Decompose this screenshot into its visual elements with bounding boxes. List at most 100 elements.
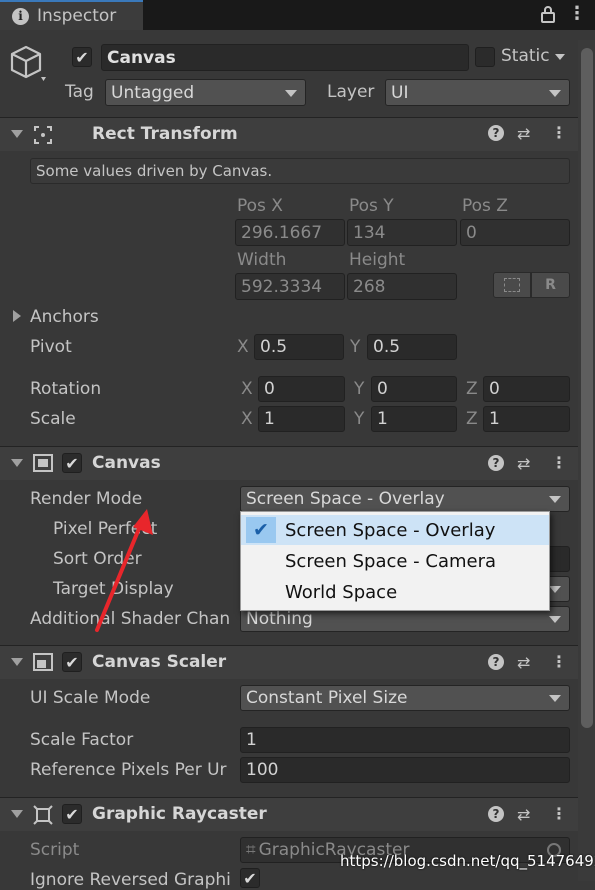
- scale-x-field[interactable]: 1: [258, 406, 345, 432]
- more-options-icon[interactable]: ⋮: [568, 5, 586, 23]
- watermark: https://blog.csdn.net/qq_51476492: [340, 852, 595, 870]
- annotation-arrow-icon: [95, 509, 153, 632]
- pos-z-label: Pos Z: [462, 196, 508, 216]
- ignore-reversed-checkbox[interactable]: ✔: [240, 868, 260, 888]
- ui-scale-mode-dropdown[interactable]: Constant Pixel Size: [240, 685, 570, 711]
- menu-item-world-space[interactable]: World Space: [241, 577, 549, 607]
- ignore-reversed-label: Ignore Reversed Graphi: [30, 870, 231, 890]
- info-icon: i: [12, 7, 29, 25]
- pos-y-label: Pos Y: [349, 196, 394, 216]
- ref-ppu-field[interactable]: 100: [240, 757, 570, 783]
- help-icon[interactable]: ?: [488, 806, 504, 822]
- render-mode-menu: ✔ Screen Space - Overlay Screen Space - …: [240, 511, 550, 611]
- layer-dropdown[interactable]: UI: [385, 79, 570, 106]
- anchors-foldout-icon[interactable]: [13, 310, 21, 322]
- layer-label: Layer: [327, 82, 375, 102]
- rotation-label: Rotation: [30, 379, 102, 399]
- pos-y-field[interactable]: 134: [347, 219, 457, 246]
- rot-x-field[interactable]: 0: [258, 376, 345, 402]
- foldout-arrow-icon[interactable]: [11, 130, 23, 138]
- width-field[interactable]: 592.3334: [235, 273, 345, 300]
- rot-y-field[interactable]: 0: [371, 376, 457, 402]
- width-label: Width: [237, 250, 287, 270]
- foldout-arrow-icon[interactable]: [11, 810, 23, 818]
- scale-z-label: Z: [466, 409, 478, 429]
- canvas-component-header[interactable]: [0, 446, 595, 480]
- canvas-title: Canvas: [92, 453, 161, 473]
- blueprint-mode-button[interactable]: [493, 272, 531, 298]
- pivot-x-field[interactable]: 0.5: [254, 334, 344, 360]
- menu-item-label: World Space: [285, 581, 398, 603]
- canvas-icon: [33, 454, 53, 477]
- canvas-scaler-header[interactable]: [0, 645, 595, 679]
- gameobject-cube-icon[interactable]: [10, 44, 46, 89]
- rot-z-field[interactable]: 0: [483, 376, 570, 402]
- active-checkbox[interactable]: ✔: [72, 47, 92, 67]
- presets-icon[interactable]: ⇄: [517, 653, 530, 672]
- help-icon[interactable]: ?: [488, 455, 504, 471]
- rect-transform-icon: [33, 125, 53, 150]
- pivot-x-label: X: [237, 337, 249, 357]
- pivot-y-field[interactable]: 0.5: [367, 334, 457, 360]
- chevron-down-icon: [549, 496, 561, 503]
- scale-x-label: X: [241, 409, 253, 429]
- menu-item-screen-space-overlay[interactable]: ✔ Screen Space - Overlay: [241, 515, 549, 545]
- tag-dropdown[interactable]: Untagged: [105, 79, 306, 106]
- static-checkbox[interactable]: [475, 47, 495, 67]
- pos-z-field[interactable]: 0: [460, 219, 570, 246]
- scale-y-field[interactable]: 1: [371, 406, 457, 432]
- tag-value: Untagged: [111, 82, 195, 103]
- menu-item-label: Screen Space - Overlay: [285, 519, 496, 541]
- presets-icon[interactable]: ⇄: [517, 454, 530, 473]
- help-icon[interactable]: ?: [488, 654, 504, 670]
- component-menu-icon[interactable]: ⋮: [551, 123, 567, 142]
- rect-transform-title: Rect Transform: [92, 124, 238, 144]
- object-name-input[interactable]: Canvas: [101, 44, 469, 71]
- component-menu-icon[interactable]: ⋮: [551, 804, 567, 823]
- canvas-scaler-icon: [33, 653, 53, 676]
- foldout-arrow-icon[interactable]: [11, 658, 23, 666]
- pivot-y-label: Y: [350, 337, 361, 357]
- graphic-raycaster-enabled-checkbox[interactable]: ✔: [62, 804, 82, 824]
- presets-icon[interactable]: ⇄: [517, 124, 530, 143]
- shader-channels-value: Nothing: [246, 609, 313, 629]
- height-field[interactable]: 268: [347, 273, 457, 300]
- scale-factor-field[interactable]: 1: [240, 727, 570, 753]
- render-mode-dropdown[interactable]: Screen Space - Overlay: [240, 486, 570, 512]
- anchors-label[interactable]: Anchors: [30, 307, 99, 327]
- component-menu-icon[interactable]: ⋮: [551, 652, 567, 671]
- rect-transform-header[interactable]: [0, 117, 595, 151]
- height-label: Height: [349, 250, 406, 270]
- script-icon: ⌗: [246, 840, 256, 860]
- chevron-down-icon: [285, 89, 297, 97]
- canvas-enabled-checkbox[interactable]: ✔: [62, 453, 82, 473]
- chevron-down-icon: [549, 695, 561, 702]
- scrollbar-thumb[interactable]: [581, 48, 593, 728]
- scale-factor-label: Scale Factor: [30, 730, 134, 750]
- graphic-raycaster-icon: [33, 805, 53, 830]
- raw-edit-button[interactable]: R: [531, 272, 570, 298]
- graphic-raycaster-header[interactable]: [0, 797, 595, 831]
- pos-x-field[interactable]: 296.1667: [235, 219, 345, 246]
- graphic-raycaster-title: Graphic Raycaster: [92, 804, 267, 824]
- lock-icon[interactable]: [540, 5, 556, 28]
- tab-inspector[interactable]: i Inspector: [0, 0, 143, 30]
- menu-item-screen-space-camera[interactable]: Screen Space - Camera: [241, 546, 549, 576]
- foldout-arrow-icon[interactable]: [11, 459, 23, 467]
- static-dropdown-icon[interactable]: [555, 54, 565, 60]
- canvas-scaler-enabled-checkbox[interactable]: ✔: [62, 652, 82, 672]
- presets-icon[interactable]: ⇄: [517, 805, 530, 824]
- static-label[interactable]: Static: [501, 46, 550, 66]
- component-menu-icon[interactable]: ⋮: [551, 453, 567, 472]
- ui-scale-mode-label: UI Scale Mode: [30, 688, 151, 708]
- tag-label: Tag: [65, 82, 94, 102]
- tab-label: Inspector: [37, 6, 117, 26]
- chevron-down-icon: [549, 586, 561, 593]
- ui-scale-mode-value: Constant Pixel Size: [246, 688, 408, 708]
- chevron-down-icon: [549, 616, 561, 623]
- pivot-label: Pivot: [30, 337, 72, 357]
- driven-info-box: Some values driven by Canvas.: [30, 158, 570, 184]
- scale-z-field[interactable]: 1: [483, 406, 570, 432]
- help-icon[interactable]: ?: [488, 125, 504, 141]
- scale-label: Scale: [30, 409, 76, 429]
